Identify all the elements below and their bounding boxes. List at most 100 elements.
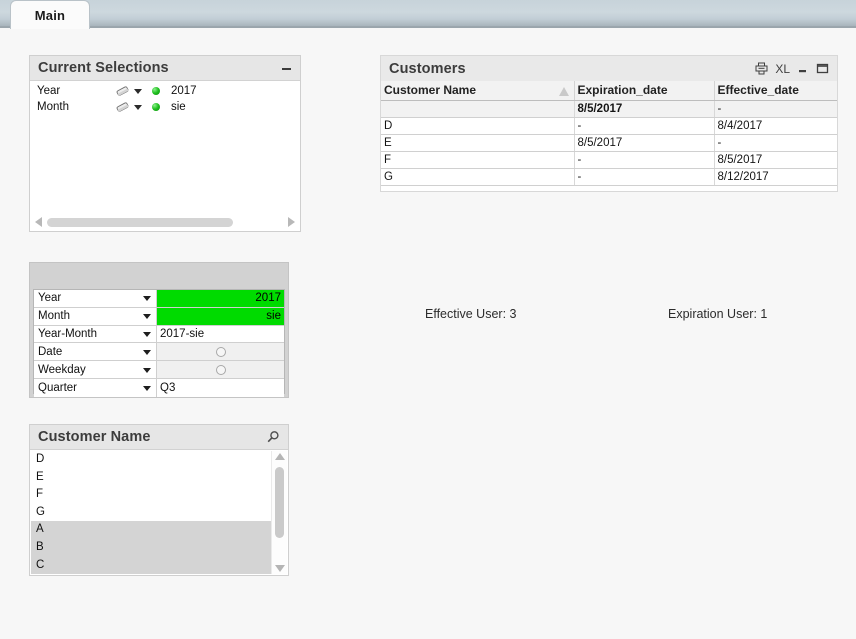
current-selections-panel: Current Selections Year 2017 Month sie <box>29 55 301 232</box>
list-item[interactable]: C <box>31 556 271 574</box>
field-text: Quarter <box>38 381 77 394</box>
scrollbar-track[interactable] <box>47 217 283 227</box>
table-row[interactable]: 8/5/2017 - <box>381 100 837 118</box>
list-item[interactable]: G <box>31 503 271 522</box>
cell-expiration-date[interactable]: 8/5/2017 <box>574 100 715 118</box>
scroll-left-icon[interactable] <box>35 217 42 227</box>
table-row[interactable]: F - 8/5/2017 <box>381 151 837 169</box>
field-text: Month <box>38 310 70 323</box>
chevron-down-icon[interactable] <box>143 296 151 302</box>
multibox-value-year[interactable]: 2017 <box>156 290 284 307</box>
current-selection-row[interactable]: Year 2017 <box>30 83 300 99</box>
column-header-effective-date[interactable]: Effective_date <box>714 81 837 101</box>
scroll-right-icon[interactable] <box>288 217 295 227</box>
table-row[interactable]: E 8/5/2017 - <box>381 134 837 152</box>
scroll-down-icon[interactable] <box>274 565 285 572</box>
current-selections-title: Current Selections <box>38 60 169 76</box>
multibox-caption <box>30 263 288 289</box>
selection-field-label: Year <box>37 85 61 97</box>
current-selections-caption: Current Selections <box>30 56 300 81</box>
customer-listbox-items: D E F G A B C <box>31 451 271 574</box>
multibox-field-label[interactable]: Year-Month <box>34 325 156 343</box>
multibox-row-quarter[interactable]: Quarter Q3 <box>34 378 284 397</box>
multibox-value-month[interactable]: sie <box>156 307 284 325</box>
multibox-field-label[interactable]: Year <box>34 290 156 307</box>
maximize-icon[interactable] <box>816 62 829 75</box>
tab-main[interactable]: Main <box>10 0 90 29</box>
horizontal-scrollbar[interactable] <box>31 214 299 230</box>
search-icon[interactable] <box>266 430 280 444</box>
cell-effective-date[interactable]: - <box>714 100 837 118</box>
circle-indicator-icon <box>215 364 226 375</box>
selection-value: 2017 <box>171 85 197 97</box>
excel-export-icon[interactable]: XL <box>775 63 790 75</box>
print-icon[interactable] <box>755 62 768 75</box>
table-row[interactable]: D - 8/4/2017 <box>381 117 837 135</box>
cell-expiration-date[interactable]: 8/5/2017 <box>574 134 715 152</box>
multibox-field-label[interactable]: Weekday <box>34 361 156 378</box>
field-text: Year-Month <box>38 327 98 340</box>
cell-expiration-date[interactable]: - <box>574 117 715 135</box>
sheet-tab-strip: Main <box>0 0 856 29</box>
cell-customer-name[interactable]: F <box>381 151 575 169</box>
status-dot-green <box>152 103 160 111</box>
cell-effective-date[interactable]: - <box>714 134 837 152</box>
multibox-panel: Year 2017 Month sie Year-Month 2017-sie … <box>29 262 289 398</box>
cell-customer-name[interactable] <box>381 100 575 118</box>
multibox-row-year[interactable]: Year 2017 <box>34 290 284 308</box>
multibox-value-weekday[interactable] <box>156 361 284 378</box>
vertical-scrollbar[interactable] <box>271 451 287 574</box>
customer-listbox-caption: Customer Name <box>30 425 288 450</box>
list-item[interactable]: E <box>31 468 271 487</box>
multibox-field-label[interactable]: Date <box>34 343 156 361</box>
chevron-down-icon[interactable] <box>143 331 151 337</box>
chevron-down-icon[interactable] <box>143 385 151 391</box>
cell-effective-date[interactable]: 8/12/2017 <box>714 168 837 186</box>
column-header-expiration-date[interactable]: Expiration_date <box>574 81 715 101</box>
customers-table-panel: Customers XL Customer Name Expiration_da… <box>380 55 838 192</box>
eraser-icon[interactable] <box>115 85 131 98</box>
scrollbar-track[interactable] <box>275 463 284 562</box>
current-selections-caption-icons <box>281 63 292 74</box>
selection-field-label: Month <box>37 101 69 113</box>
cell-effective-date[interactable]: 8/4/2017 <box>714 117 837 135</box>
multibox-row-date[interactable]: Date <box>34 343 284 362</box>
column-header-customer-name[interactable]: Customer Name <box>381 81 575 101</box>
scroll-up-icon[interactable] <box>274 453 285 460</box>
minimize-icon[interactable] <box>281 63 292 74</box>
scrollbar-thumb[interactable] <box>275 466 284 539</box>
multibox-field-label[interactable]: Month <box>34 307 156 325</box>
cell-expiration-date[interactable]: - <box>574 151 715 169</box>
current-selection-row[interactable]: Month sie <box>30 99 300 115</box>
chevron-down-icon[interactable] <box>134 104 142 110</box>
multibox-field-label[interactable]: Quarter <box>34 378 156 397</box>
multibox-value-year-month[interactable]: 2017-sie <box>156 325 284 343</box>
multibox-row-weekday[interactable]: Weekday <box>34 361 284 379</box>
list-item[interactable]: D <box>31 451 271 469</box>
customers-data-table: Customer Name Expiration_date Effective_… <box>381 81 837 186</box>
list-item[interactable]: A <box>31 521 271 539</box>
cell-customer-name[interactable]: E <box>381 134 575 152</box>
chevron-down-icon[interactable] <box>143 367 151 373</box>
table-row[interactable]: G - 8/12/2017 <box>381 168 837 186</box>
scrollbar-thumb[interactable] <box>47 217 234 227</box>
list-item[interactable]: B <box>31 538 271 557</box>
multibox-value-quarter[interactable]: Q3 <box>156 378 284 397</box>
customer-listbox-body: D E F G A B C <box>31 451 287 574</box>
field-text: Weekday <box>38 363 86 376</box>
cell-effective-date[interactable]: 8/5/2017 <box>714 151 837 169</box>
multibox-value-date[interactable] <box>156 343 284 361</box>
list-item[interactable]: F <box>31 486 271 504</box>
chevron-down-icon[interactable] <box>143 349 151 355</box>
eraser-icon[interactable] <box>115 101 131 114</box>
cell-expiration-date[interactable]: - <box>574 168 715 186</box>
minimize-icon[interactable] <box>797 63 809 75</box>
chevron-down-icon[interactable] <box>143 314 151 320</box>
cell-customer-name[interactable]: G <box>381 168 575 186</box>
customers-table-caption-icons: XL <box>755 62 829 75</box>
chevron-down-icon[interactable] <box>134 88 142 94</box>
field-text: Year <box>38 292 62 305</box>
multibox-row-year-month[interactable]: Year-Month 2017-sie <box>34 325 284 344</box>
cell-customer-name[interactable]: D <box>381 117 575 135</box>
multibox-row-month[interactable]: Month sie <box>34 307 284 326</box>
